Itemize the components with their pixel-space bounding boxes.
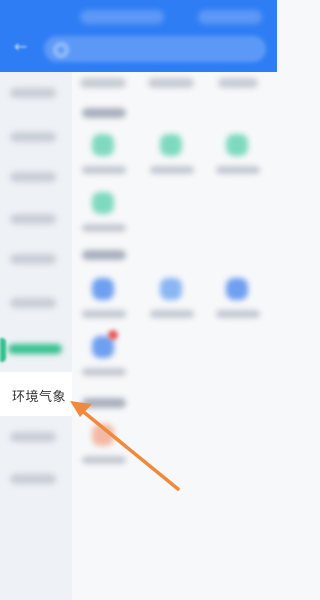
- pointer-arrow-icon: [70, 401, 180, 491]
- arrow-shaft: [78, 407, 180, 491]
